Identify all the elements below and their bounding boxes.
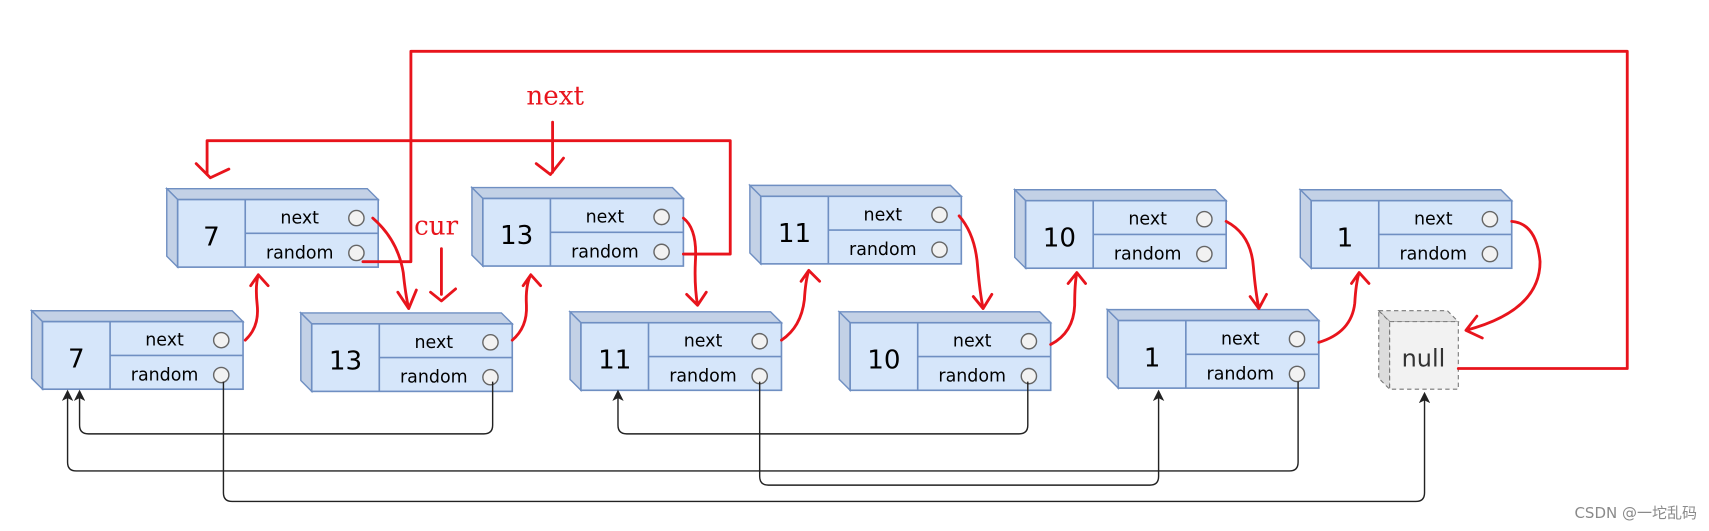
- next-field-label: next: [684, 332, 723, 352]
- random-field-label: random: [266, 243, 334, 263]
- copied-node: 13 next random: [299, 311, 514, 394]
- next-field-label: next: [1414, 210, 1453, 230]
- node-value: 7: [68, 344, 85, 374]
- random-pointer-port: [1020, 367, 1038, 385]
- next-pointer-port: [482, 334, 499, 351]
- next-field-label: next: [280, 209, 319, 229]
- random-field-label: random: [131, 365, 199, 385]
- copied-node: 11 next random: [568, 310, 784, 393]
- next-pointer-port: [653, 208, 670, 226]
- original-node: 10 next random: [1013, 188, 1228, 270]
- node-value: 13: [329, 347, 362, 377]
- next-pointer-port: [1481, 210, 1499, 228]
- random-field-label: random: [571, 242, 639, 262]
- random-pointer-port: [482, 368, 499, 386]
- next-field-label: next: [1221, 330, 1260, 350]
- next-pointer-port: [1196, 210, 1213, 228]
- random-field-label: random: [1207, 364, 1275, 384]
- random-field-label: random: [849, 240, 917, 260]
- next-field-label: next: [586, 207, 625, 227]
- node-value: 11: [598, 345, 631, 375]
- node-value: 13: [500, 221, 533, 251]
- node-value: 7: [203, 222, 220, 252]
- next-pointer-port: [1288, 330, 1306, 348]
- next-pointer-port: [348, 209, 365, 227]
- original-node: 1 next random: [1298, 188, 1514, 270]
- next-field-label: next: [864, 205, 903, 225]
- random-pointer-port: [348, 244, 365, 262]
- original-node: 11 next random: [748, 183, 964, 266]
- node-value: 10: [867, 345, 900, 375]
- next-pointer-port: [1020, 332, 1038, 350]
- watermark: CSDN @一坨乱码: [1574, 502, 1697, 523]
- random-field-label: random: [400, 368, 468, 388]
- node-value: 11: [778, 219, 811, 249]
- random-field-label: random: [1114, 245, 1182, 265]
- cur-pointer-label: cur: [414, 211, 458, 241]
- null-label: null: [1402, 344, 1446, 372]
- null-node: null: [1377, 309, 1460, 391]
- node-value: 1: [1337, 223, 1354, 253]
- copied-node: 1 next random: [1105, 307, 1321, 390]
- random-pointer-port: [1288, 365, 1306, 383]
- original-node: 13 next random: [470, 185, 686, 268]
- next-field-label: next: [414, 333, 453, 353]
- next-field-label: next: [1128, 210, 1167, 230]
- diagram-canvas: 7nextrandom13nextrandom11nextrandom 10nex…: [29, 49, 1629, 503]
- random-field-label: random: [1399, 245, 1467, 265]
- next-pointer-port: [931, 206, 948, 224]
- copied-node: 7 next random: [29, 309, 245, 391]
- random-pointer-port: [931, 241, 948, 259]
- copied-node: 10 next random: [837, 310, 1053, 393]
- random-pointer-port: [1481, 245, 1499, 263]
- next-field-label: next: [953, 332, 992, 352]
- random-pointer-arrows: [61, 381, 1431, 503]
- next-field-label: next: [145, 331, 184, 351]
- original-node: 7 next random: [165, 186, 380, 269]
- linked-list-diagram: 7 next random 13 next random 11 next random 10 nex…: [0, 0, 1709, 531]
- random-field-label: random: [938, 367, 1006, 387]
- random-pointer-port: [212, 366, 230, 384]
- random-pointer-port: [653, 243, 670, 261]
- random-pointer-port: [751, 367, 769, 385]
- node-value: 10: [1043, 223, 1076, 253]
- next-pointer-port: [751, 332, 769, 350]
- random-pointer-port: [1196, 245, 1213, 263]
- next-pointer-label: next: [526, 82, 584, 112]
- node-value: 1: [1144, 343, 1161, 373]
- next-pointer-port: [212, 331, 230, 349]
- random-field-label: random: [669, 367, 737, 387]
